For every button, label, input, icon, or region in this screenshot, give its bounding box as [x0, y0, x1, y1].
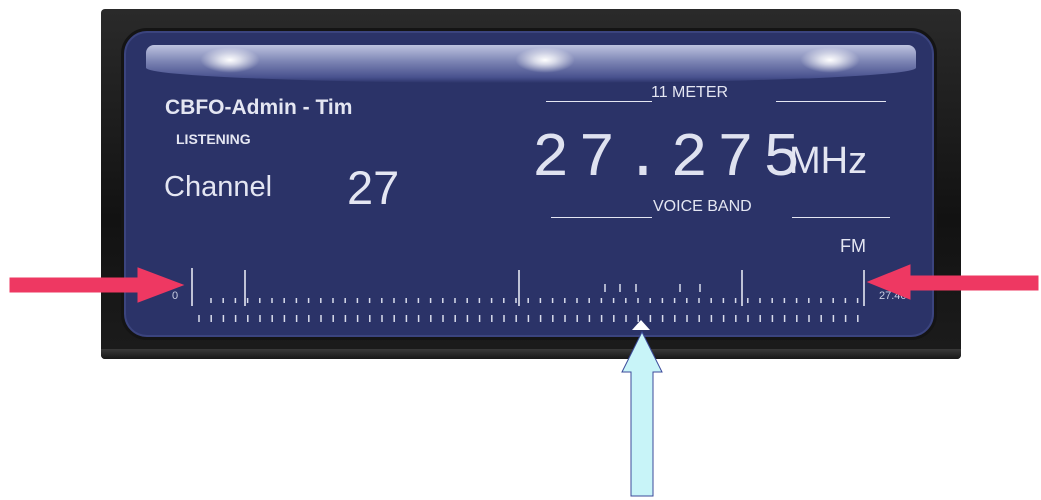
band-rule — [776, 101, 886, 102]
modulation-label: FM — [840, 236, 866, 256]
band-rule — [551, 217, 652, 218]
mode-status: LISTENING — [176, 131, 251, 147]
frequency-unit: MHz — [789, 140, 868, 182]
tuning-pointer[interactable] — [632, 320, 650, 330]
frequency-readout: 27.275 — [532, 123, 810, 194]
band-label-top: 11 METER — [651, 84, 729, 101]
band-rule — [546, 101, 652, 102]
glare-highlight — [515, 47, 575, 73]
right-arrow-annotation — [866, 264, 1039, 300]
band-label-bottom: VOICE BAND — [653, 198, 752, 215]
glare-highlight — [200, 47, 260, 73]
arrow-left-icon — [866, 264, 1039, 300]
up-arrow-annotation — [621, 330, 663, 497]
band-rule — [792, 217, 890, 218]
arrow-up-icon — [621, 330, 663, 497]
tuning-scale[interactable] — [121, 255, 937, 345]
channel-label: Channel — [164, 171, 273, 203]
glare-highlight — [800, 47, 860, 73]
left-arrow-annotation — [9, 267, 185, 303]
arrow-right-icon — [9, 267, 185, 303]
channel-number: 27 — [347, 161, 400, 214]
station-name: CBFO-Admin - Tim — [165, 96, 353, 119]
